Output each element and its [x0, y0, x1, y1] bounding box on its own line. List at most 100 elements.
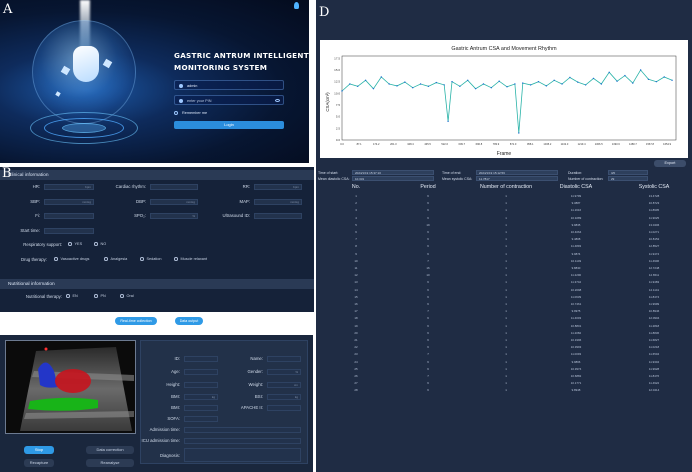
export-button[interactable]: Export	[654, 160, 686, 167]
drug-vasoactive-option[interactable]: Vasoactive drugs	[54, 257, 89, 261]
apache-input[interactable]	[267, 405, 301, 411]
table-row[interactable]: 5 19 1 9.9835 13.0406	[316, 223, 692, 230]
drug-analgesia-option[interactable]: Analgesia	[104, 257, 127, 261]
table-cell: 6	[427, 316, 429, 321]
panel-label-b: B	[2, 166, 12, 181]
table-row[interactable]: 18 6 1 11.4003 12.0904	[316, 316, 692, 323]
table-cell: 6	[427, 244, 429, 249]
table-row[interactable]: 14 6 1 10.2098 12.1141	[316, 288, 692, 295]
csa-data-point	[584, 84, 587, 86]
csa-data-point	[639, 69, 642, 71]
table-row[interactable]: 13 6 1 11.3742 11.9483	[316, 280, 692, 287]
admission-time-input[interactable]	[184, 427, 301, 433]
table-cell: 11.8476	[648, 374, 660, 378]
table-cell: 10.8946	[648, 309, 660, 314]
table-row[interactable]: 11 16 1 9.8830 12.7248	[316, 266, 692, 273]
map-input[interactable]: mmHg	[254, 199, 302, 205]
data-correction-button[interactable]: Data correction	[86, 446, 134, 454]
icu-admission-input[interactable]	[184, 438, 301, 444]
lightbulb-icon[interactable]	[294, 2, 299, 9]
bmi-input-2[interactable]	[184, 405, 218, 411]
table-cell: 10.1996	[570, 338, 582, 342]
table-row[interactable]: 26 7 1 10.6882 11.8476	[316, 374, 692, 381]
table-row[interactable]: 20 6 1 11.2082 11.8836	[316, 331, 692, 338]
table-row[interactable]: 27 6 1 10.1771 11.4922	[316, 381, 692, 388]
table-cell: 6	[427, 280, 429, 285]
nutrition-en-option[interactable]: EN	[66, 294, 78, 298]
eye-icon[interactable]	[275, 99, 280, 102]
table-cell: 11.9999	[648, 302, 660, 306]
table-row[interactable]: 24 6 1 9.9866 11.9304	[316, 360, 692, 367]
table-row[interactable]: 1 6 1 11.9799 13.4728	[316, 194, 692, 201]
realtime-collection-button[interactable]: Real-time collection	[115, 317, 157, 325]
table-row[interactable]: 12 10 1 11.2290 12.6511	[316, 273, 692, 280]
table-row[interactable]: 16 6 1 10.7461 11.9999	[316, 302, 692, 309]
name-input[interactable]	[267, 356, 301, 362]
app-title-line2: MONITORING SYSTEM	[174, 63, 268, 72]
csa-data-point	[396, 85, 398, 87]
ultrasound-id-input[interactable]	[254, 213, 302, 219]
reanalyse-button[interactable]: Reanalyse	[86, 459, 134, 467]
login-button[interactable]: Login	[174, 121, 284, 129]
table-row[interactable]: 2 6 1 9.3887 10.8723	[316, 201, 692, 208]
respiratory-no-option[interactable]: NO	[94, 242, 106, 246]
start-time-input[interactable]	[44, 228, 94, 234]
weight-input[interactable]: cm	[267, 382, 301, 388]
table-row[interactable]: 15 6 1 11.0639 11.8474	[316, 295, 692, 302]
diagnosis-input[interactable]	[184, 448, 301, 462]
table-row[interactable]: 8 6 1 11.4893 12.8527	[316, 244, 692, 251]
table-cell: 6	[427, 359, 429, 364]
contractions-value: 29	[608, 176, 648, 181]
table-row[interactable]: 22 6 1 10.3993 11.0218	[316, 345, 692, 352]
table-row[interactable]: 28 6 1 9.8948 12.0414	[316, 388, 692, 395]
table-row[interactable]: 6 6 1 10.4064 11.0271	[316, 230, 692, 237]
table-row[interactable]: 25 6 1 10.3974 11.9928	[316, 367, 692, 374]
gender-input[interactable]: %	[267, 369, 301, 375]
rr-input[interactable]: bpm	[254, 184, 302, 190]
table-cell: 11.0639	[570, 294, 582, 299]
height-input[interactable]	[184, 382, 218, 388]
drug-muscle-relaxant-option[interactable]: Muscle relaxant	[174, 257, 207, 261]
table-cell: 11.9799	[570, 194, 582, 198]
table-cell: 6	[427, 345, 429, 350]
username-field[interactable]: admin	[174, 80, 284, 90]
table-row[interactable]: 10 7 1 10.1149 11.4906	[316, 259, 692, 266]
table-cell: 1	[505, 237, 507, 242]
fi-input[interactable]	[44, 213, 94, 219]
table-row[interactable]: 9 6 1 9.9874 11.9474	[316, 252, 692, 259]
data-output-button[interactable]: Data output	[175, 317, 203, 325]
nutrition-pn-option[interactable]: PN	[94, 294, 106, 298]
nutrition-oral-option[interactable]: Oral	[120, 294, 134, 298]
x-tick-label: 87.1	[357, 142, 363, 146]
table-row[interactable]: 4 6 1 10.3289 11.9025	[316, 216, 692, 223]
id-input[interactable]	[184, 356, 218, 362]
table-row[interactable]: 7 6 1 9.4808 10.8152	[316, 237, 692, 244]
dbp-input[interactable]: mmHg	[150, 199, 198, 205]
password-field[interactable]: enter your PIN	[174, 95, 284, 105]
spo2-input[interactable]: %	[150, 213, 198, 219]
recapture-button[interactable]: Recapture	[24, 459, 54, 467]
respiratory-yes-option[interactable]: YES	[68, 242, 82, 246]
table-cell: 12.0414	[648, 388, 660, 393]
name-label: Name:	[250, 356, 263, 361]
remember-me-checkbox[interactable]: Remember me	[174, 111, 207, 115]
remember-radio[interactable]	[174, 111, 178, 115]
admission-time-label: Admission time:	[149, 427, 180, 432]
stop-button[interactable]: Stop	[24, 446, 54, 454]
table-row[interactable]: 19 6 1 10.8801 11.2818	[316, 324, 692, 331]
sbp-input[interactable]: mmHg	[44, 199, 94, 205]
age-input[interactable]	[184, 369, 218, 375]
table-cell: 9.9975	[571, 309, 581, 314]
sofa-input[interactable]	[184, 416, 218, 422]
csa-data-point	[427, 85, 430, 88]
table-row[interactable]: 23 7 1 11.0093 11.6504	[316, 352, 692, 359]
table-cell: 7	[355, 237, 357, 242]
bsi-input[interactable]: kg	[267, 394, 301, 400]
cardiac-rhythm-input[interactable]	[150, 184, 198, 190]
drug-sedation-option[interactable]: Sedation	[140, 257, 162, 261]
table-row[interactable]: 17 7 1 9.9975 10.8946	[316, 309, 692, 316]
table-row[interactable]: 21 6 1 10.1996 11.6827	[316, 338, 692, 345]
bmi-input[interactable]: kg	[184, 394, 218, 400]
table-row[interactable]: 3 6 1 11.1616 11.8905	[316, 208, 692, 215]
hr-input[interactable]: bpm	[44, 184, 94, 190]
